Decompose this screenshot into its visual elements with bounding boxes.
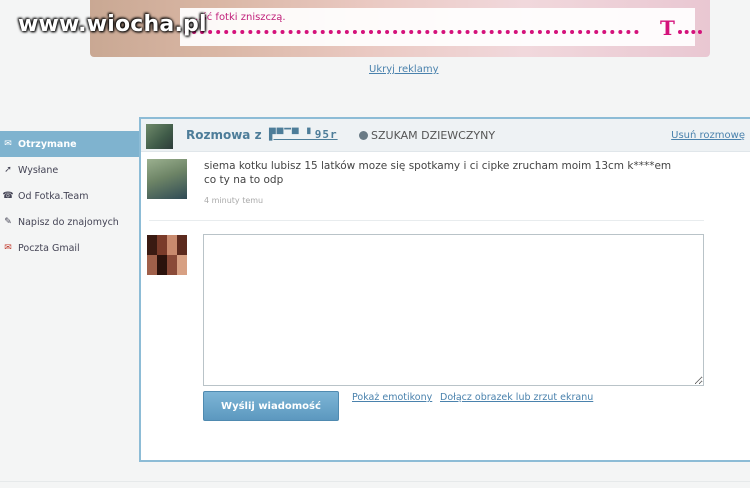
gmail-icon: ✉ [4,243,12,253]
conversation-title: Rozmowa z [186,128,262,142]
sidebar-item-sent[interactable]: ➚ Wysłane [0,157,140,183]
inbox-icon: ✉ [4,139,12,149]
conversation-header: Rozmowa z ▛▀▔▀ ▘95r SZUKAM DZIEWCZYNY Us… [141,119,750,152]
sidebar-item-team[interactable]: ☎ Od Fotka.Team [0,183,140,209]
show-emoticons-link[interactable]: Pokaż emotikony [352,392,432,403]
sidebar-item-label: Od Fotka.Team [18,190,89,202]
conversation-panel: Rozmowa z ▛▀▔▀ ▘95r SZUKAM DZIEWCZYNY Us… [139,117,750,462]
send-message-button[interactable]: Wyślij wiadomość [203,391,339,421]
hide-ads-link[interactable]: Ukryj reklamy [369,64,439,75]
sidebar-item-label: Poczta Gmail [18,242,80,254]
avatar[interactable] [146,124,173,149]
sidebar-item-label: Napisz do znajomych [18,216,119,228]
sidebar-item-label: Wysłane [18,164,59,176]
footer-divider [0,481,750,482]
team-icon: ☎ [2,191,14,201]
message-text: siema kotku lubisz 15 latków moze się sp… [204,160,672,186]
sidebar-item-inbox[interactable]: ✉ Otrzymane [0,131,140,157]
sidebar-item-gmail[interactable]: ✉ Poczta Gmail [0,235,140,261]
conversation-user-link[interactable]: ▛▀▔▀ ▘95r [269,128,338,141]
message-timestamp: 4 minuty temu [204,196,264,205]
watermark-text: www.wiocha.pl [18,12,207,37]
own-avatar [147,235,187,275]
status-icon [359,131,368,140]
divider [149,220,704,221]
status-badge: SZUKAM DZIEWCZYNY [359,129,495,142]
attach-image-link[interactable]: Dołącz obrazek lub zrzut ekranu [440,392,593,403]
sidebar: ✉ Otrzymane ➚ Wysłane ☎ Od Fotka.Team ✎ … [0,131,140,261]
telekom-logo: T [660,16,675,40]
status-text: SZUKAM DZIEWCZYNY [371,129,496,142]
sent-icon: ➚ [4,165,12,175]
ad-dotted-line [184,30,639,34]
ad-dotted-line-end [678,30,702,34]
sender-avatar[interactable] [147,159,187,199]
sidebar-item-label: Otrzymane [18,138,77,150]
write-icon: ✎ [4,217,12,227]
sidebar-item-write[interactable]: ✎ Napisz do znajomych [0,209,140,235]
reply-textarea[interactable] [203,234,704,386]
delete-conversation-link[interactable]: Usuń rozmowę [671,130,745,141]
